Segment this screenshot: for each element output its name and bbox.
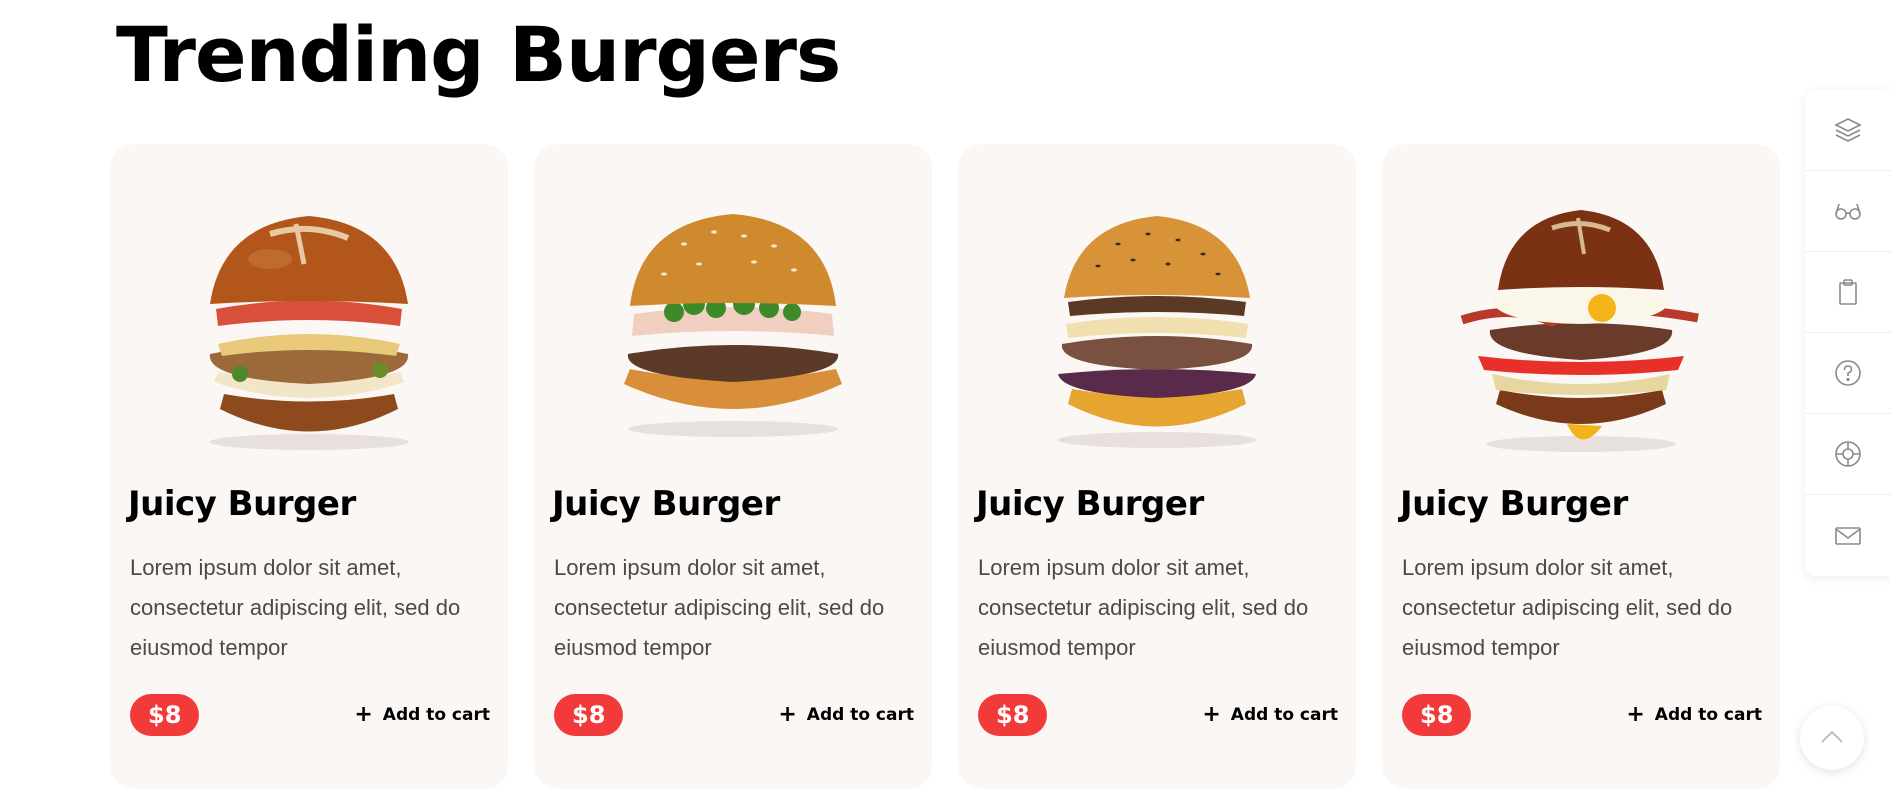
lifebuoy-icon <box>1835 441 1861 467</box>
mail-icon <box>1835 526 1861 545</box>
add-to-cart-button[interactable]: + Add to cart <box>1626 704 1762 726</box>
price-badge: $8 <box>554 694 624 736</box>
card-description: Lorem ipsum dolor sit amet, consectetur … <box>554 555 885 660</box>
plus-icon: + <box>1202 702 1221 727</box>
card-footer: $8 + Add to cart <box>130 694 490 736</box>
add-to-cart-button[interactable]: + Add to cart <box>778 704 914 726</box>
product-card: Juicy Burger Lorem ipsum dolor sit amet,… <box>1382 144 1780 789</box>
plus-icon: + <box>354 702 373 727</box>
side-toolbar <box>1805 90 1891 576</box>
layers-button[interactable] <box>1805 90 1891 171</box>
burger-image <box>1057 216 1257 448</box>
card-description: Lorem ipsum dolor sit amet, consectetur … <box>978 555 1309 660</box>
burger-image <box>1460 210 1699 452</box>
product-grid: Juicy Burger Lorem ipsum dolor sit amet,… <box>110 144 1780 789</box>
chevron-up-icon <box>1821 730 1843 743</box>
add-to-cart-label: Add to cart <box>1230 705 1338 725</box>
support-button[interactable] <box>1805 414 1891 495</box>
plus-icon: + <box>1626 702 1645 727</box>
add-to-cart-label: Add to cart <box>1654 705 1762 725</box>
add-to-cart-button[interactable]: + Add to cart <box>354 704 490 726</box>
product-card: Juicy Burger Lorem ipsum dolor sit amet,… <box>110 144 508 789</box>
price-badge: $8 <box>130 694 200 736</box>
price-badge: $8 <box>1402 694 1472 736</box>
card-footer: $8 + Add to cart <box>554 694 914 736</box>
clipboard-button[interactable] <box>1805 252 1891 333</box>
help-circle-icon <box>1835 360 1861 386</box>
card-title: Juicy Burger <box>1400 484 1628 524</box>
glasses-icon <box>1835 203 1861 220</box>
card-footer: $8 + Add to cart <box>1402 694 1762 736</box>
burger-image <box>624 214 842 437</box>
card-title: Juicy Burger <box>552 484 780 524</box>
card-title: Juicy Burger <box>976 484 1204 524</box>
add-to-cart-label: Add to cart <box>382 705 490 725</box>
card-footer: $8 + Add to cart <box>978 694 1338 736</box>
product-card: Juicy Burger Lorem ipsum dolor sit amet,… <box>534 144 932 789</box>
glasses-button[interactable] <box>1805 171 1891 252</box>
clipboard-icon <box>1839 279 1857 305</box>
plus-icon: + <box>778 702 797 727</box>
help-button[interactable] <box>1805 333 1891 414</box>
burger-image <box>209 216 409 450</box>
add-to-cart-button[interactable]: + Add to cart <box>1202 704 1338 726</box>
card-title: Juicy Burger <box>128 484 356 524</box>
price-badge: $8 <box>978 694 1048 736</box>
add-to-cart-label: Add to cart <box>806 705 914 725</box>
scroll-to-top-button[interactable] <box>1800 706 1864 770</box>
card-description: Lorem ipsum dolor sit amet, consectetur … <box>130 555 461 660</box>
card-description: Lorem ipsum dolor sit amet, consectetur … <box>1402 555 1733 660</box>
page-title: Trending Burgers <box>116 10 841 99</box>
layers-icon <box>1834 118 1862 142</box>
mail-button[interactable] <box>1805 495 1891 576</box>
product-card: Juicy Burger Lorem ipsum dolor sit amet,… <box>958 144 1356 789</box>
